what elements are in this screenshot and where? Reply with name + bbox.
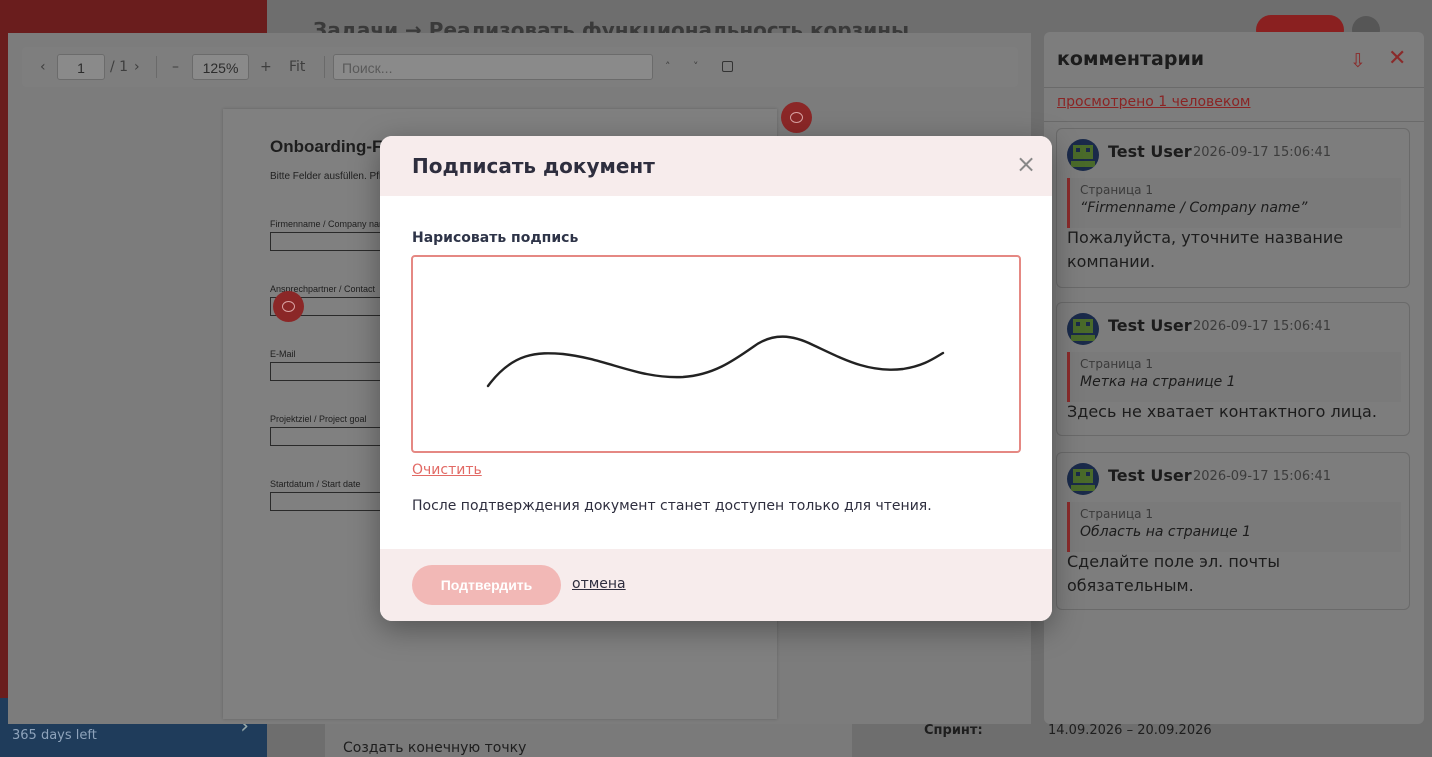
quote-page: Страница 1 — [1080, 507, 1153, 521]
field-label: Startdatum / Start date — [270, 479, 361, 489]
avatar — [1067, 313, 1099, 345]
comments-panel: комментарии ⇩ ✕ просмотрено 1 человеком … — [1044, 32, 1424, 724]
avatar — [1067, 463, 1099, 495]
comment-author: Test User — [1108, 142, 1192, 161]
page-number-input[interactable]: 1 — [57, 54, 105, 80]
draw-signature-label: Нарисовать подпись — [412, 230, 579, 246]
toolbar-divider — [156, 56, 157, 78]
comment-author: Test User — [1108, 316, 1192, 335]
clear-signature-link[interactable]: Очистить — [412, 462, 482, 478]
quote-text: Метка на странице 1 — [1080, 374, 1236, 390]
zoom-in-button[interactable]: + — [260, 54, 272, 80]
toolbar-divider — [324, 56, 325, 78]
viewer-toolbar: ‹ 1 / 1 › – 125% + Fit Поиск... ˄ ˅ — [22, 47, 1018, 87]
comment-date: 2026-09-17 15:06:41 — [1193, 319, 1332, 334]
viewed-by-link[interactable]: просмотрено 1 человеком — [1057, 94, 1250, 110]
modal-header: Подписать документ × — [380, 136, 1052, 196]
comment-card[interactable]: Test User 2026-09-17 15:06:41 Страница 1… — [1056, 302, 1410, 436]
next-page-button[interactable]: › — [134, 54, 140, 80]
close-icon[interactable]: × — [1016, 150, 1036, 178]
comment-quote: Страница 1 Область на странице 1 — [1067, 502, 1401, 552]
cancel-link[interactable]: отмена — [572, 576, 626, 592]
comment-card[interactable]: Test User 2026-09-17 15:06:41 Страница 1… — [1056, 452, 1410, 610]
readonly-note: После подтверждения документ станет дост… — [412, 498, 932, 514]
modal-title: Подписать документ — [412, 154, 655, 178]
divider — [1044, 87, 1424, 88]
signature-stroke — [486, 335, 945, 388]
search-input[interactable]: Поиск... — [333, 54, 653, 80]
avatar — [1067, 139, 1099, 171]
sprint-range: 14.09.2026 – 20.09.2026 — [1048, 723, 1212, 738]
fit-button[interactable]: Fit — [289, 54, 305, 80]
field-label: Projektziel / Project goal — [270, 414, 367, 424]
sign-document-modal: Подписать документ × Нарисовать подпись … — [380, 136, 1052, 621]
close-icon[interactable]: ✕ — [1388, 46, 1406, 71]
modal-footer: Подтвердить отмена — [380, 549, 1052, 621]
form-field-box[interactable] — [270, 427, 390, 446]
comment-text: Сделайте поле эл. почты обязательным. — [1067, 552, 1280, 595]
search-next-button[interactable]: ˅ — [693, 54, 699, 80]
search-prev-button[interactable]: ˄ — [665, 54, 671, 80]
comment-quote: Страница 1 Метка на странице 1 — [1067, 352, 1401, 402]
form-field-box[interactable] — [270, 362, 390, 381]
field-label: Firmenname / Company name — [270, 219, 392, 229]
comment-card[interactable]: Test User 2026-09-17 15:06:41 Страница 1… — [1056, 128, 1410, 288]
comment-text: Пожалуйста, уточните название компании. — [1067, 228, 1344, 271]
comment-date: 2026-09-17 15:06:41 — [1193, 469, 1332, 484]
comment-marker-icon[interactable] — [273, 291, 304, 322]
field-label: E-Mail — [270, 349, 296, 359]
zoom-input[interactable]: 125% — [192, 54, 249, 80]
quote-text: “Firmenname / Company name” — [1080, 200, 1308, 216]
comment-quote: Страница 1 “Firmenname / Company name” — [1067, 178, 1401, 228]
sprint-label: Спринт: — [924, 723, 983, 738]
task-name: Создать конечную точку — [343, 740, 527, 756]
confirm-button[interactable]: Подтвердить — [412, 565, 561, 605]
highlight-checkbox[interactable] — [722, 61, 733, 72]
quote-text: Область на странице 1 — [1080, 524, 1251, 540]
comments-title: комментарии — [1057, 48, 1205, 70]
zoom-out-button[interactable]: – — [172, 54, 179, 80]
divider — [1044, 121, 1424, 122]
page-total: / 1 — [110, 59, 129, 75]
prev-page-button[interactable]: ‹ — [40, 54, 46, 80]
signature-canvas[interactable] — [411, 255, 1021, 453]
form-field-box[interactable] — [270, 232, 390, 251]
form-field-box[interactable] — [270, 492, 390, 511]
comment-date: 2026-09-17 15:06:41 — [1193, 145, 1332, 160]
quote-page: Страница 1 — [1080, 183, 1153, 197]
quote-page: Страница 1 — [1080, 357, 1153, 371]
trial-days-left: 365 days left — [12, 728, 97, 743]
cloud-download-icon[interactable]: ⇩ — [1350, 50, 1366, 72]
comment-marker-icon[interactable] — [781, 102, 812, 133]
comment-text: Здесь не хватает контактного лица. — [1067, 402, 1377, 421]
comment-author: Test User — [1108, 466, 1192, 485]
